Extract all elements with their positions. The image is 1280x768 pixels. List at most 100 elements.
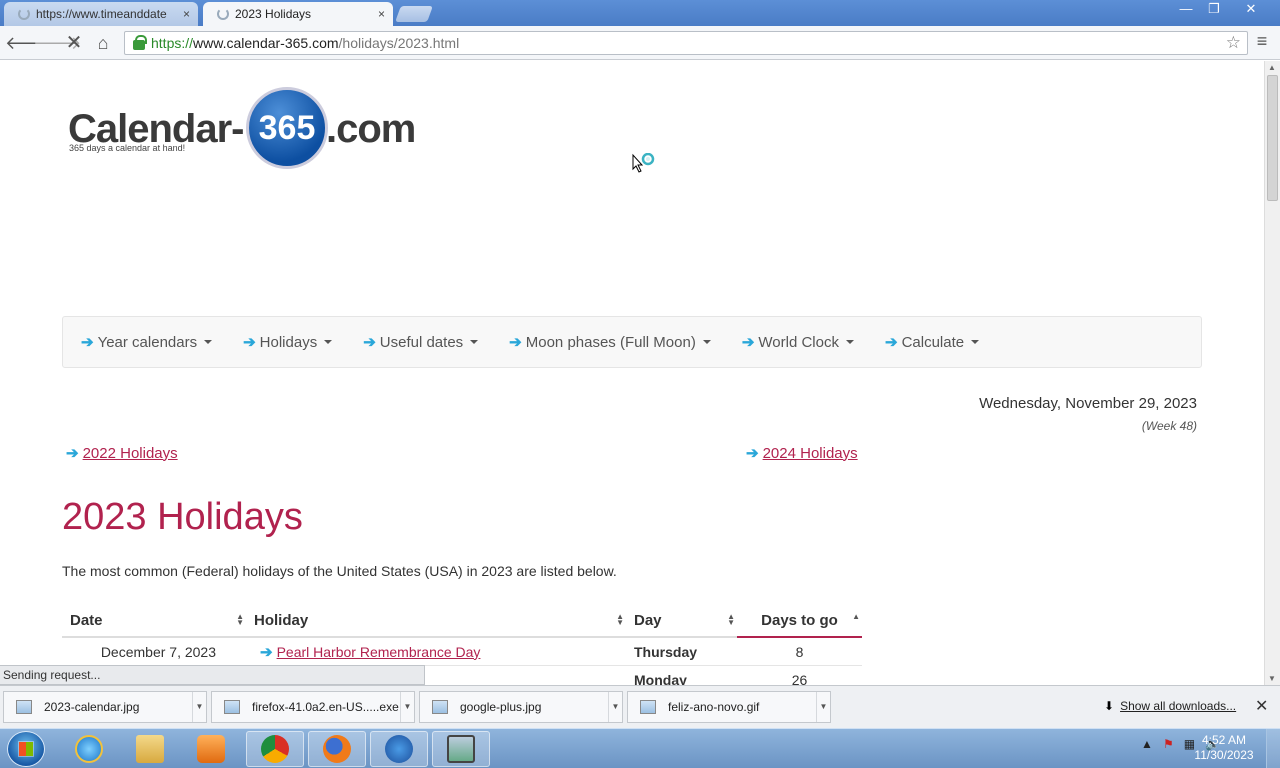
- busy-cursor-icon: [632, 153, 655, 173]
- tab-title: 2023 Holidays: [235, 7, 312, 21]
- table-row: December 7, 2023 ➔ Pearl Harbor Remembra…: [62, 638, 862, 666]
- caret-down-icon: [702, 340, 711, 344]
- download-shelf: 2023-calendar.jpg ▼ firefox-41.0a2.en-US…: [0, 685, 1280, 728]
- next-year-link[interactable]: ➔ 2024 Holidays: [746, 444, 858, 463]
- chevron-down-icon[interactable]: ▼: [400, 692, 414, 722]
- chevron-down-icon[interactable]: ▼: [608, 692, 622, 722]
- main-nav: ➔ Year calendars ➔ Holidays ➔ Useful dat…: [62, 316, 1202, 368]
- cell-holiday: ➔ Pearl Harbor Remembrance Day: [246, 643, 626, 661]
- logo-tagline: 365 days a calendar at hand!: [69, 143, 186, 153]
- intro-text: The most common (Federal) holidays of th…: [62, 563, 617, 579]
- page-content: Calendar- 365 .com 365 days a calendar a…: [0, 61, 1264, 685]
- flag-icon[interactable]: ⚑: [1163, 737, 1174, 751]
- sort-icon: ▲ ▼: [236, 612, 244, 627]
- nav-calculate[interactable]: ➔ Calculate: [884, 333, 980, 351]
- browser-status-bar: Sending request...: [0, 665, 425, 685]
- menu-icon[interactable]: ≡: [1252, 31, 1272, 55]
- download-item[interactable]: feliz-ano-novo.gif ▼: [627, 691, 831, 723]
- image-file-icon: [16, 700, 32, 714]
- caret-down-icon: [470, 340, 479, 344]
- logo-circle: 365: [246, 87, 328, 169]
- nav-holidays[interactable]: ➔ Holidays: [243, 333, 333, 351]
- address-bar[interactable]: https://www.calendar-365.com/holidays/20…: [124, 31, 1248, 55]
- tab-title: https://www.timeanddate: [36, 7, 167, 21]
- arrow-right-icon: ➔: [884, 334, 898, 351]
- column-header-days-to-go[interactable]: Days to go ▲: [737, 606, 862, 638]
- arrow-right-icon: ➔: [741, 334, 755, 351]
- chrome-icon[interactable]: [246, 731, 304, 767]
- url-text: https://www.calendar-365.com/holidays/20…: [151, 35, 460, 51]
- back-icon[interactable]: 🡐: [5, 31, 53, 55]
- current-week: (Week 48): [1141, 419, 1197, 433]
- terminal-icon[interactable]: [432, 731, 490, 767]
- image-file-icon: [640, 700, 656, 714]
- tray-expand-icon[interactable]: ▲: [1141, 737, 1153, 751]
- image-file-icon: [432, 700, 448, 714]
- page-scrollbar[interactable]: ▲ ▼: [1264, 61, 1280, 685]
- holiday-link[interactable]: Pearl Harbor Remembrance Day: [277, 644, 481, 660]
- arrow-right-icon: ➔: [260, 643, 273, 661]
- arrow-right-icon: ➔: [509, 334, 522, 351]
- cell-day: Monday: [634, 671, 687, 686]
- tab-timeanddate[interactable]: https://www.timeanddate ×: [4, 2, 198, 26]
- loading-icon: [217, 8, 229, 20]
- download-item[interactable]: 2023-calendar.jpg ▼: [3, 691, 207, 723]
- system-clock[interactable]: 4:52 AM 11/30/2023: [1194, 733, 1254, 763]
- prev-year-link-text[interactable]: 2022 Holidays: [83, 445, 178, 462]
- cell-date: December 7, 2023: [100, 643, 216, 660]
- column-header-day[interactable]: Day ▲ ▼: [626, 606, 737, 636]
- show-all-downloads-link[interactable]: Show all downloads...: [1120, 699, 1236, 713]
- nav-moon-phases[interactable]: ➔ Moon phases (Full Moon): [509, 333, 711, 351]
- minimize-button[interactable]: —: [1172, 0, 1200, 18]
- forward-icon[interactable]: 🡒: [33, 31, 81, 55]
- current-date: Wednesday, November 29, 2023: [979, 395, 1197, 412]
- nav-year-calendars[interactable]: ➔ Year calendars: [81, 333, 213, 351]
- arrow-right-icon: ➔: [243, 334, 256, 351]
- windows-taskbar: ▲ ⚑ ▦ 🔈 4:52 AM 11/30/2023: [0, 728, 1280, 768]
- stop-icon[interactable]: ✕: [62, 31, 86, 55]
- scroll-up-icon[interactable]: ▲: [1268, 63, 1276, 72]
- close-shelf-icon[interactable]: ✕: [1255, 696, 1268, 716]
- scroll-thumb[interactable]: [1267, 75, 1278, 201]
- maximize-button[interactable]: ❐: [1200, 0, 1228, 18]
- next-year-link-text[interactable]: 2024 Holidays: [763, 445, 858, 462]
- firefox-icon[interactable]: [308, 731, 366, 767]
- column-header-holiday[interactable]: Holiday ▲ ▼: [246, 606, 626, 636]
- arrow-right-icon: ➔: [746, 445, 759, 462]
- chevron-down-icon[interactable]: ▼: [816, 692, 830, 722]
- table-header: Date ▲ ▼ Holiday ▲ ▼ Day ▲ ▼ Days to go ▲: [62, 606, 862, 638]
- new-tab-button[interactable]: [395, 6, 433, 22]
- bookmark-star-icon[interactable]: ☆: [1226, 33, 1241, 53]
- close-window-button[interactable]: ✕: [1228, 0, 1274, 18]
- chevron-down-icon[interactable]: ▼: [192, 692, 206, 722]
- scroll-down-icon[interactable]: ▼: [1268, 674, 1276, 683]
- show-desktop-button[interactable]: [1266, 729, 1280, 768]
- home-icon[interactable]: ⌂: [91, 31, 115, 55]
- show-all-downloads[interactable]: ⬇ Show all downloads...: [1104, 699, 1236, 713]
- cell-days-to-go: 26: [791, 671, 808, 686]
- nav-useful-dates[interactable]: ➔ Useful dates: [363, 333, 479, 351]
- internet-explorer-icon[interactable]: [60, 731, 118, 767]
- start-button[interactable]: [7, 731, 45, 767]
- tab-2023-holidays[interactable]: 2023 Holidays ×: [203, 2, 393, 26]
- logo-text: .com: [326, 107, 416, 151]
- browser-toolbar: 🡐 🡒 ✕ ⌂ https://www.calendar-365.com/hol…: [0, 26, 1280, 60]
- column-header-date[interactable]: Date ▲ ▼: [62, 606, 246, 636]
- prev-year-link[interactable]: ➔ 2022 Holidays: [66, 444, 178, 463]
- caret-down-icon: [204, 340, 213, 344]
- sort-ascending-icon: ▲: [852, 612, 860, 621]
- file-explorer-icon[interactable]: [121, 731, 179, 767]
- arrow-right-icon: ➔: [81, 334, 94, 351]
- site-logo[interactable]: Calendar- 365 .com 365 days a calendar a…: [68, 87, 428, 177]
- executable-file-icon: [224, 700, 240, 714]
- download-item[interactable]: google-plus.jpg ▼: [419, 691, 623, 723]
- thunderbird-icon[interactable]: [370, 731, 428, 767]
- nav-world-clock[interactable]: ➔ World Clock: [742, 333, 854, 351]
- sort-icon: ▲ ▼: [727, 612, 735, 627]
- media-player-icon[interactable]: [182, 731, 240, 767]
- loading-icon: [18, 8, 30, 20]
- page-title: 2023 Holidays: [62, 496, 303, 538]
- tab-close-icon[interactable]: ×: [378, 7, 385, 21]
- tab-close-icon[interactable]: ×: [183, 7, 190, 21]
- download-item[interactable]: firefox-41.0a2.en-US.....exe ▼: [211, 691, 415, 723]
